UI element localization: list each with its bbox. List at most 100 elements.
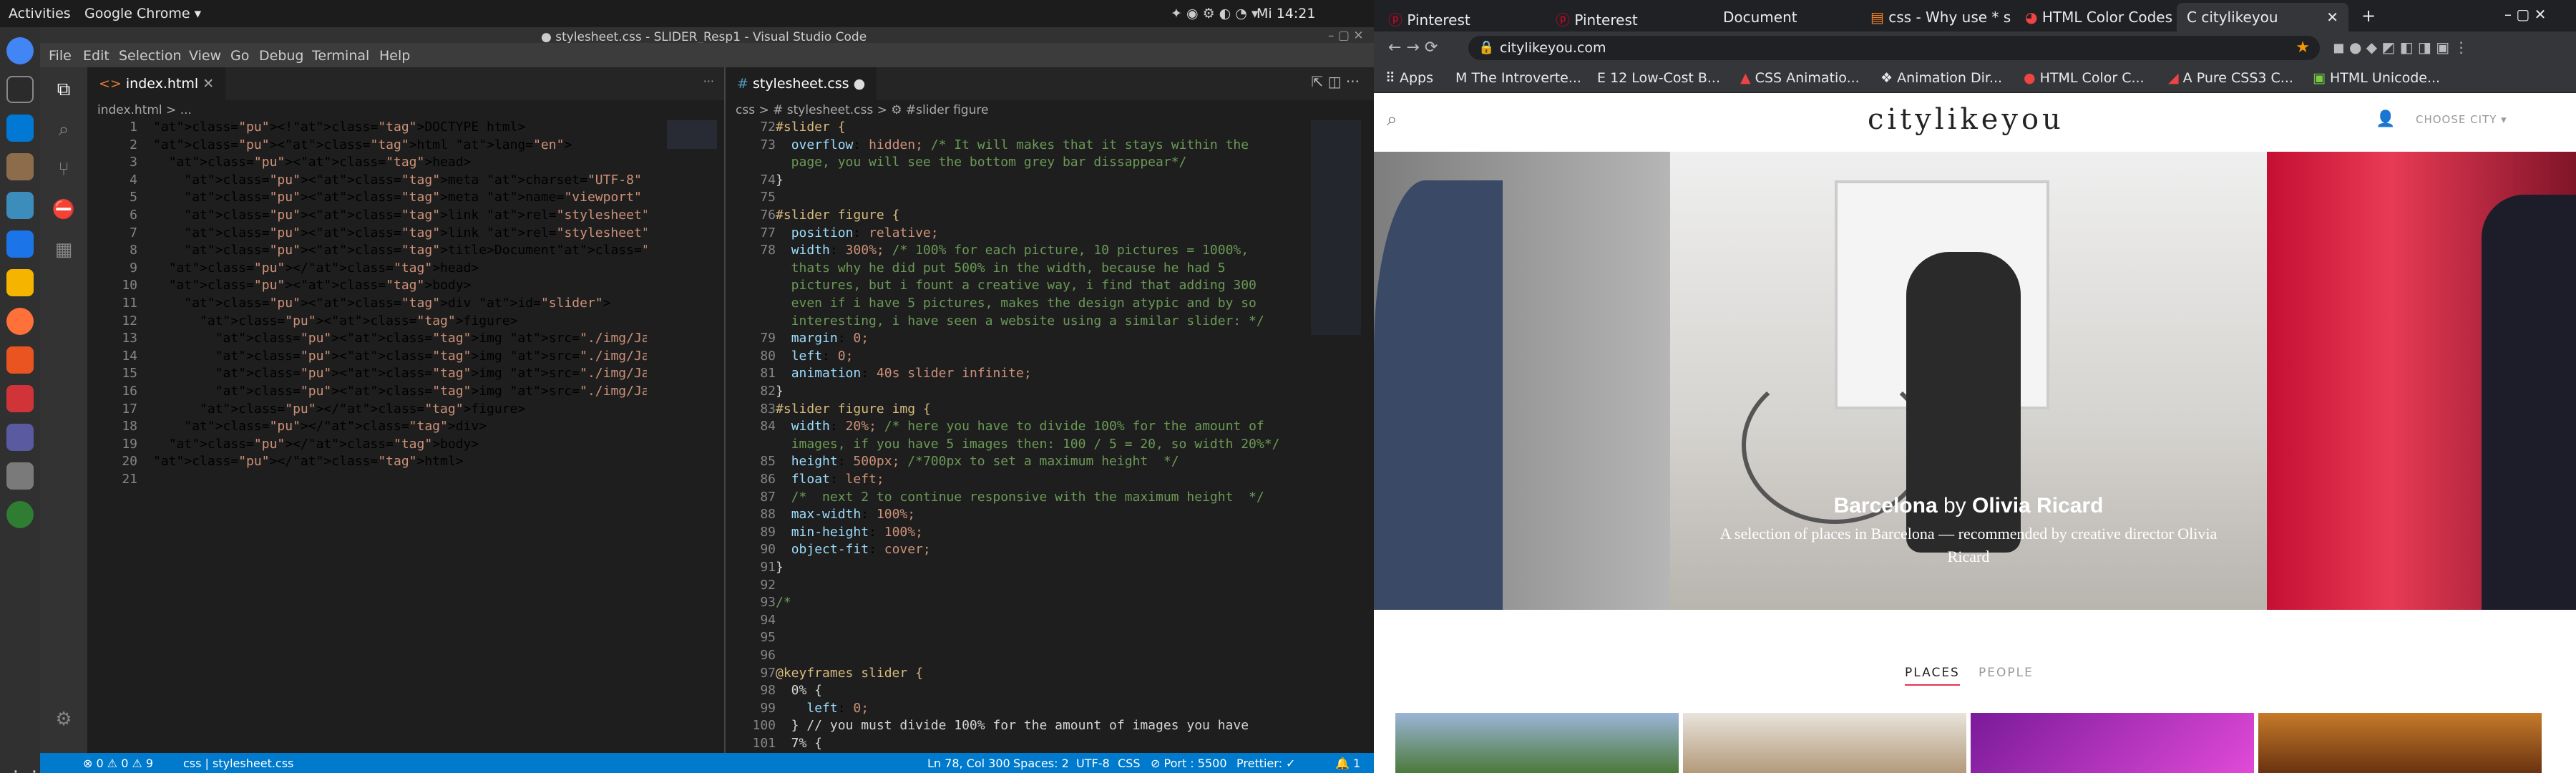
- globe-icon[interactable]: [6, 501, 34, 528]
- tab-places[interactable]: PLACES: [1905, 666, 1960, 686]
- app-icon[interactable]: [6, 424, 34, 451]
- language-mode[interactable]: CSS: [1118, 757, 1140, 770]
- tab-index-html[interactable]: <> index.html ✕: [87, 67, 226, 100]
- minimap[interactable]: [667, 120, 717, 149]
- menu-file[interactable]: File: [49, 48, 72, 64]
- app-menu[interactable]: Google Chrome ▾: [84, 6, 201, 21]
- site-logo[interactable]: citylikeyou: [1868, 103, 2064, 136]
- vscode-icon[interactable]: [6, 115, 34, 142]
- search-icon[interactable]: ⌕: [1387, 109, 1397, 131]
- bookmark-icon: ◢: [2168, 70, 2179, 86]
- address-bar[interactable]: 🔒 citylikeyou.com ★: [1468, 36, 2320, 60]
- mail-icon[interactable]: [6, 230, 34, 258]
- notifications-bell[interactable]: 🔔 1: [1335, 757, 1360, 770]
- files-icon[interactable]: [6, 153, 34, 180]
- menu-help[interactable]: Help: [379, 48, 410, 64]
- minimap[interactable]: [1311, 120, 1361, 335]
- menu-go[interactable]: Go: [230, 48, 249, 64]
- chrome-tab-document[interactable]: Document: [1713, 3, 1856, 31]
- source-control-icon[interactable]: ⑂: [52, 157, 76, 182]
- explorer-icon[interactable]: ⧉: [52, 77, 76, 102]
- problems-status[interactable]: ⊗ 0 ⚠ 0 ⚠ 9: [83, 757, 153, 770]
- line-text: interesting, i have seen a website using…: [776, 313, 1264, 329]
- css-file-icon: #: [737, 76, 748, 92]
- chrome-toolbar: ← → ⟳ 🔒 citylikeyou.com ★ ◼ ● ◆ ◩ ◧ ◨ ▣ …: [1374, 31, 2576, 64]
- nav-buttons[interactable]: ← → ⟳: [1388, 39, 1438, 57]
- line-number: 85: [760, 454, 776, 470]
- firefox-icon[interactable]: [6, 308, 34, 335]
- place-card[interactable]: [2258, 713, 2542, 773]
- menu-terminal[interactable]: Terminal: [312, 48, 369, 64]
- close-icon[interactable]: ✕: [203, 76, 214, 92]
- unsaved-dot-icon[interactable]: ●: [854, 76, 866, 92]
- debug-icon[interactable]: ⛔: [52, 198, 76, 222]
- editor-tabs: # stylesheet.css ● ⇱ ◫ ···: [726, 67, 1374, 100]
- line-text: max-width: 100%;: [791, 507, 916, 522]
- lock-icon[interactable]: 🔒: [1478, 40, 1494, 55]
- trash-icon[interactable]: [6, 462, 34, 490]
- menu-debug[interactable]: Debug: [259, 48, 303, 64]
- hero-slider[interactable]: Barcelona by Olivia Ricard A selection o…: [1374, 152, 2576, 610]
- search-icon[interactable]: ⌕: [52, 117, 76, 142]
- chrome-icon[interactable]: [6, 37, 34, 64]
- place-card[interactable]: [1395, 713, 1679, 773]
- live-server-port[interactable]: ⊘ Port : 5500: [1151, 757, 1227, 770]
- clock[interactable]: Mi 14:21: [1257, 6, 1315, 21]
- breadcrumb[interactable]: css > # stylesheet.css > ⚙ #slider figur…: [726, 100, 1374, 120]
- encoding[interactable]: UTF-8: [1076, 757, 1110, 770]
- indentation[interactable]: Spaces: 2: [1013, 757, 1069, 770]
- choose-city-dropdown[interactable]: CHOOSE CITY ▾: [2416, 113, 2507, 126]
- cursor-position[interactable]: Ln 78, Col 300: [927, 757, 1010, 770]
- bookmark-item[interactable]: ▲ CSS Animatio...: [1740, 70, 1860, 86]
- bookmark-item[interactable]: ● HTML Color C...: [2024, 70, 2145, 86]
- user-icon[interactable]: 👤: [2376, 110, 2395, 128]
- extension-icons[interactable]: ◼ ● ◆ ◩ ◧ ◨ ▣ ⋮: [2333, 39, 2469, 56]
- bookmark-star-icon[interactable]: ★: [2296, 39, 2310, 57]
- bookmark-item[interactable]: ▣ HTML Unicode...: [2313, 70, 2440, 86]
- chrome-tab-citylikeyou[interactable]: C citylikeyou ✕: [2177, 3, 2348, 31]
- office-icon[interactable]: [6, 385, 34, 412]
- window-controls[interactable]: – ▢ ✕: [2504, 6, 2546, 23]
- close-icon[interactable]: ✕: [2326, 9, 2338, 26]
- bookmark-item[interactable]: ❖ Animation Dir...: [1880, 70, 2002, 86]
- pinterest-icon: ⓟ: [1388, 11, 1402, 29]
- hero-title[interactable]: Barcelona by Olivia Ricard: [1670, 494, 2267, 518]
- prettier-status[interactable]: Prettier: ✓: [1236, 757, 1295, 770]
- breadcrumb[interactable]: index.html > ...: [87, 100, 724, 120]
- software-icon[interactable]: [6, 346, 34, 374]
- more-actions-icon[interactable]: ···: [703, 74, 714, 88]
- split-editor-icon[interactable]: ⇱ ◫ ···: [1312, 73, 1360, 90]
- chrome-tab-pinterest-1[interactable]: ⓟ Pinterest: [1378, 3, 1541, 31]
- line-text: even if i have 5 pictures, makes the des…: [776, 296, 1257, 311]
- chrome-tab-css-why[interactable]: ▤ css - Why use * sel: [1860, 3, 2011, 31]
- chrome-tab-pinterest-2[interactable]: ⓟ Pinterest: [1546, 3, 1709, 31]
- tab-people[interactable]: PEOPLE: [1979, 666, 2034, 680]
- bookmark-item[interactable]: M The Introverte...: [1455, 70, 1581, 86]
- menu-selection[interactable]: Selection: [119, 48, 182, 64]
- bookmark-item[interactable]: E 12 Low-Cost B...: [1597, 70, 1720, 86]
- place-card[interactable]: [1971, 713, 2254, 773]
- url-text[interactable]: citylikeyou.com: [1500, 40, 1606, 56]
- menu-view[interactable]: View: [189, 48, 221, 64]
- new-tab-icon[interactable]: +: [2361, 6, 2376, 26]
- line-text: "at">class="pu"><"at">class="tag">html "…: [153, 137, 572, 152]
- place-card[interactable]: [1683, 713, 1966, 773]
- notes-icon[interactable]: [6, 269, 34, 296]
- bookmark-item[interactable]: ◢ A Pure CSS3 C...: [2168, 70, 2293, 86]
- menu-edit[interactable]: Edit: [83, 48, 109, 64]
- line-number: 10: [122, 278, 137, 293]
- extensions-icon[interactable]: ▦: [52, 238, 76, 262]
- window-controls[interactable]: – ▢ ✕: [1328, 29, 1364, 43]
- tray-icons[interactable]: ✦ ◉ ⚙ ◐ ◔ ▾: [1171, 6, 1258, 21]
- gear-icon[interactable]: ⚙: [52, 707, 76, 731]
- activities-button[interactable]: Activities: [9, 6, 71, 21]
- settings-icon[interactable]: [6, 192, 34, 219]
- tab-stylesheet-css[interactable]: # stylesheet.css ●: [726, 67, 877, 100]
- show-apps-icon[interactable]: ⋮⋮: [6, 767, 44, 773]
- branch-status[interactable]: css | stylesheet.css: [183, 757, 293, 770]
- bookmark-apps[interactable]: ⠿ Apps: [1385, 70, 1433, 86]
- chrome-tab-html-colors[interactable]: ◕ HTML Color Codes: [2015, 3, 2172, 31]
- editor-css[interactable]: # stylesheet.css ● ⇱ ◫ ··· css > # style…: [724, 67, 1374, 753]
- editor-html[interactable]: <> index.html ✕ ··· index.html > ... 1 "a…: [87, 67, 724, 753]
- terminal-icon[interactable]: [6, 76, 34, 103]
